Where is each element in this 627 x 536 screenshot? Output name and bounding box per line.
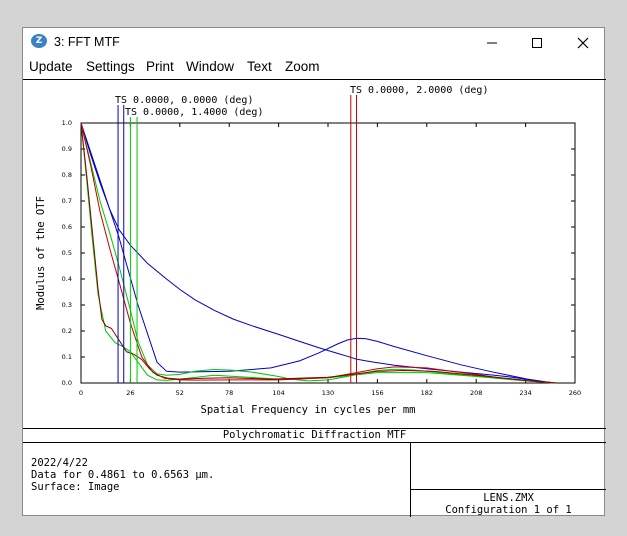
menu-text[interactable]: Text: [247, 59, 272, 74]
x-tick-label: 130: [322, 389, 334, 397]
x-axis-label: Spatial Frequency in cycles per mm: [201, 404, 416, 416]
y-tick-label: 0.2: [62, 327, 72, 335]
menu-zoom[interactable]: Zoom: [285, 59, 320, 74]
close-icon[interactable]: [569, 32, 597, 54]
x-tick-label: 52: [176, 389, 184, 397]
plot-caption: Polychromatic Diffraction MTF: [23, 428, 606, 443]
y-tick-label: 0.1: [62, 353, 72, 361]
y-tick-label: 0.3: [62, 301, 72, 309]
y-tick-label: 1.0: [62, 119, 72, 127]
y-tick-label: 0.5: [62, 249, 72, 257]
y-tick-label: 0.0: [62, 379, 72, 387]
mtf-plot: 0.0 0.1 0.2 0.3 0.4 0.5 0.6 0.7 0.8 0.9 1.0 0 26 52 78…: [35, 85, 581, 416]
info-file-block: LENS.ZMX Configuration 1 of 1: [411, 492, 606, 516]
x-tick-label: 182: [421, 389, 433, 397]
info-date: 2022/4/22: [31, 457, 88, 469]
info-block: 2022/4/22 Data for 0.4861 to 0.6563 µm. Su…: [31, 457, 214, 493]
mtf-series-line: [80, 122, 557, 384]
mtf-series-line: [80, 122, 557, 384]
x-tick-label: 260: [569, 389, 581, 397]
info-divider: [410, 489, 606, 490]
menu-window[interactable]: Window: [186, 59, 234, 74]
menu-settings[interactable]: Settings: [86, 59, 135, 74]
info-file: LENS.ZMX: [483, 492, 534, 504]
title-bar[interactable]: Z 3: FFT MTF: [23, 28, 604, 56]
mtf-series-line: [80, 122, 557, 384]
mtf-series-line: [80, 122, 557, 384]
x-tick-label: 104: [272, 389, 284, 397]
field-label: TS 0.0000, 0.0000 (deg): [115, 95, 253, 106]
y-tick-label: 0.7: [62, 197, 72, 205]
x-tick-label: 208: [470, 389, 482, 397]
minimize-icon[interactable]: [478, 32, 506, 54]
y-tick-label: 0.4: [62, 275, 72, 283]
y-axis-label: Modulus of the OTF: [35, 196, 47, 310]
plot-frame: [80, 122, 576, 384]
x-tick-label: 234: [519, 389, 531, 397]
menu-update[interactable]: Update: [29, 59, 73, 74]
info-surface: Surface: Image: [31, 481, 120, 493]
mtf-window: Z 3: FFT MTF Update Settings Print Windo…: [22, 27, 606, 517]
y-tick-label: 0.9: [62, 145, 72, 153]
x-tick-label: 156: [371, 389, 383, 397]
field-label: TS 0.0000, 2.0000 (deg): [350, 85, 488, 96]
x-tick-label: 78: [225, 389, 233, 397]
zemax-app-icon[interactable]: Z: [31, 34, 47, 48]
menu-print[interactable]: Print: [146, 59, 174, 74]
window-title: 3: FFT MTF: [54, 35, 120, 49]
y-tick-label: 0.6: [62, 223, 72, 231]
caption-text: Polychromatic Diffraction MTF: [222, 429, 407, 441]
menu-bar: Update Settings Print Window Text Zoom: [23, 58, 604, 78]
info-wavelength: Data for 0.4861 to 0.6563 µm.: [31, 469, 215, 481]
graph-area: 0.0 0.1 0.2 0.3 0.4 0.5 0.6 0.7 0.8 0.9 1.0 0 26 52 78…: [23, 79, 606, 517]
mtf-series-line: [80, 122, 557, 384]
field-label: TS 0.0000, 1.4000 (deg): [125, 107, 263, 118]
x-tick-label: 0: [79, 389, 83, 397]
y-tick-label: 0.8: [62, 171, 72, 179]
maximize-icon[interactable]: [523, 32, 551, 54]
info-config: Configuration 1 of 1: [445, 504, 572, 516]
mtf-series-line: [80, 122, 557, 384]
x-tick-label: 26: [126, 389, 134, 397]
